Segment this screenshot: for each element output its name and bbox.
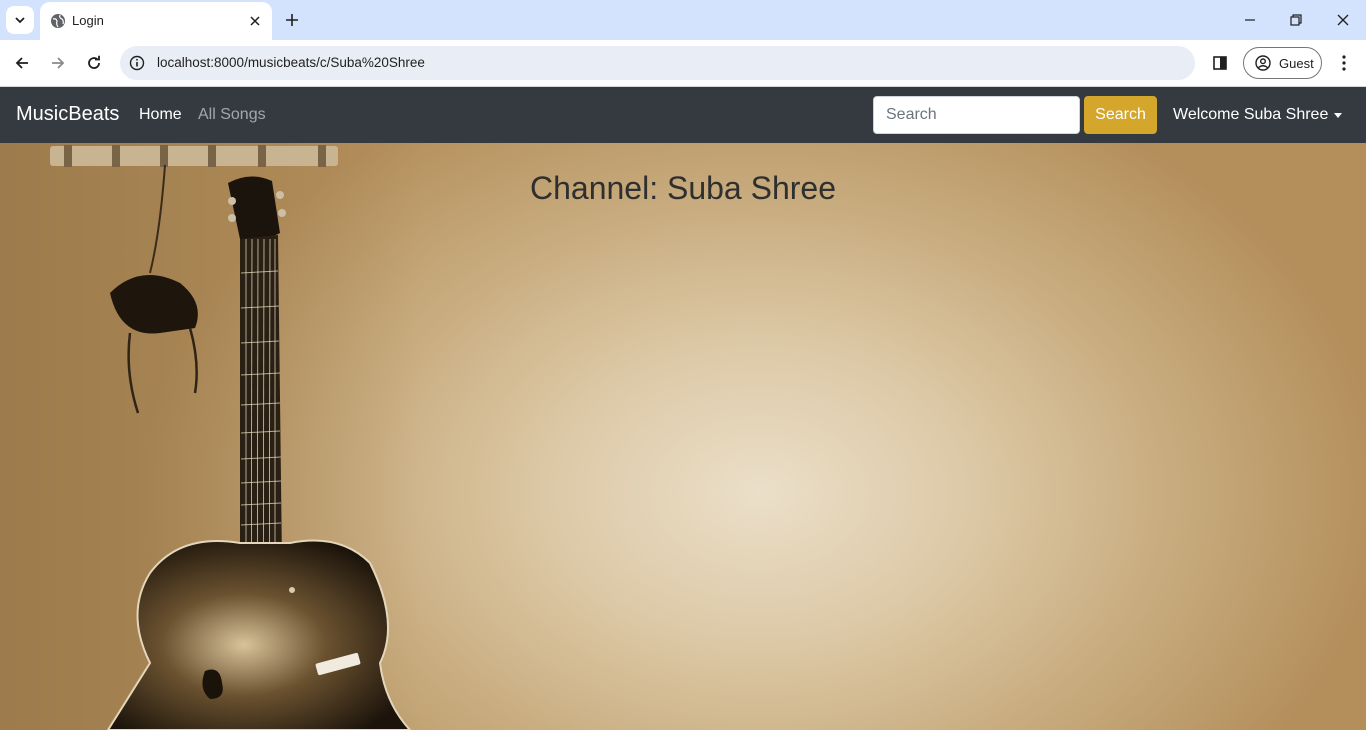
web-page: MusicBeats Home All Songs Search Welcome… [0,87,1366,730]
tab-search-button[interactable] [6,6,34,34]
caret-down-icon [1334,112,1343,118]
browser-menu-button[interactable] [1330,49,1358,77]
side-panel-icon [1213,56,1227,70]
account-circle-icon [1255,55,1271,71]
address-url: localhost:8000/musicbeats/c/Suba%20Shree [157,55,425,70]
nav-link-home[interactable]: Home [139,106,182,124]
side-panel-button[interactable] [1206,49,1234,77]
reload-icon [88,55,100,69]
channel-hero: Channel: Suba Shree [0,143,1366,730]
back-button[interactable] [8,49,36,77]
minimize-icon [1245,19,1255,21]
forward-button[interactable] [44,49,72,77]
more-vertical-icon [1342,55,1346,71]
close-icon [1337,14,1349,26]
user-menu-dropdown[interactable]: Welcome Suba Shree [1173,106,1343,124]
brand-logo[interactable]: MusicBeats [16,103,119,126]
arrow-left-icon [15,57,28,69]
tab-title: Login [72,13,104,28]
chevron-down-icon [15,17,25,24]
browser-tabstrip: Login [0,0,1366,40]
minimize-button[interactable] [1238,8,1262,32]
info-icon[interactable] [129,55,145,71]
profile-label: Guest [1279,55,1314,71]
browser-tab[interactable]: Login [40,2,272,40]
arrow-right-icon [52,57,65,69]
browser-toolbar: localhost:8000/musicbeats/c/Suba%20Shree… [0,40,1366,87]
profile-button[interactable]: Guest [1243,47,1322,79]
close-icon [250,16,260,26]
search-button[interactable]: Search [1084,96,1157,134]
close-window-button[interactable] [1331,8,1355,32]
reload-button[interactable] [80,49,108,77]
globe-icon [51,14,65,28]
guitar-background-image [0,143,420,730]
restore-icon [1290,14,1302,26]
user-menu-label: Welcome Suba Shree [1173,106,1329,123]
nav-link-all-songs[interactable]: All Songs [198,106,266,124]
restore-button[interactable] [1284,8,1308,32]
plus-icon [286,14,298,26]
search-input[interactable] [873,96,1080,134]
site-navbar: MusicBeats Home All Songs Search Welcome… [0,87,1366,143]
channel-heading: Channel: Suba Shree [530,170,836,206]
new-tab-button[interactable] [282,10,302,30]
tab-close-button[interactable] [246,12,264,30]
address-bar[interactable]: localhost:8000/musicbeats/c/Suba%20Shree [120,46,1195,80]
